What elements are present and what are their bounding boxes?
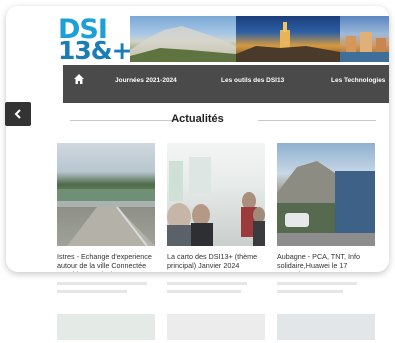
section-title: Actualités [171, 113, 224, 125]
news-thumbnail-aubagne[interactable] [277, 143, 375, 246]
news-thumbnail-carto[interactable] [167, 143, 265, 246]
building-illustration [57, 189, 155, 246]
reflection-line [57, 290, 127, 293]
mountain-illustration [130, 26, 236, 62]
nav-item-journees[interactable]: Journées 2021-2024 [115, 77, 177, 84]
page-card: DSI 13&+ Journées 2021-2024 Les outils d… [6, 6, 389, 272]
parking-illustration [277, 161, 375, 246]
main-nav: Journées 2021-2024 Les outils des DSI13 … [63, 65, 389, 103]
banner-image-harbour [340, 16, 389, 62]
harbour-illustration [340, 32, 389, 62]
logo-text-bottom: 13&+ [58, 36, 133, 65]
banner-image-mountain [130, 16, 236, 62]
page-reflection [0, 278, 395, 343]
news-caption-aubagne[interactable]: Aubagne - PCA, TNT, Info solidaire,Huawe… [277, 252, 375, 272]
reflection-block [277, 314, 375, 340]
news-thumbnail-istres[interactable] [57, 143, 155, 246]
reflection-block [167, 314, 265, 340]
reflection-line [57, 282, 147, 285]
reflection-line [167, 282, 247, 285]
reflection-line [277, 290, 343, 293]
reflection-line [277, 282, 357, 285]
reflection-line [167, 290, 241, 293]
chevron-left-icon [14, 109, 21, 119]
meeting-illustration [167, 157, 265, 246]
news-card-aubagne[interactable]: Aubagne - PCA, TNT, Info solidaire,Huawe… [277, 143, 375, 272]
heading-rule-right [258, 120, 376, 121]
reflection-block [57, 314, 155, 340]
nav-item-technologies[interactable]: Les Technologies [331, 77, 385, 84]
basilica-illustration [236, 22, 340, 62]
banner-image-basilica [236, 16, 340, 62]
news-caption-carto[interactable]: La carto des DSI13+ (thème principal) Ja… [167, 252, 265, 270]
home-icon[interactable] [73, 73, 85, 85]
carousel-prev-button[interactable] [5, 102, 31, 126]
nav-item-outils[interactable]: Les outils des DSI13 [221, 77, 284, 84]
news-card-carto[interactable]: La carto des DSI13+ (thème principal) Ja… [167, 143, 265, 270]
news-caption-istres[interactable]: Istres - Echange d'experience autour de … [57, 252, 155, 272]
site-logo[interactable]: DSI 13&+ [58, 16, 133, 65]
news-card-istres[interactable]: Istres - Echange d'experience autour de … [57, 143, 155, 272]
